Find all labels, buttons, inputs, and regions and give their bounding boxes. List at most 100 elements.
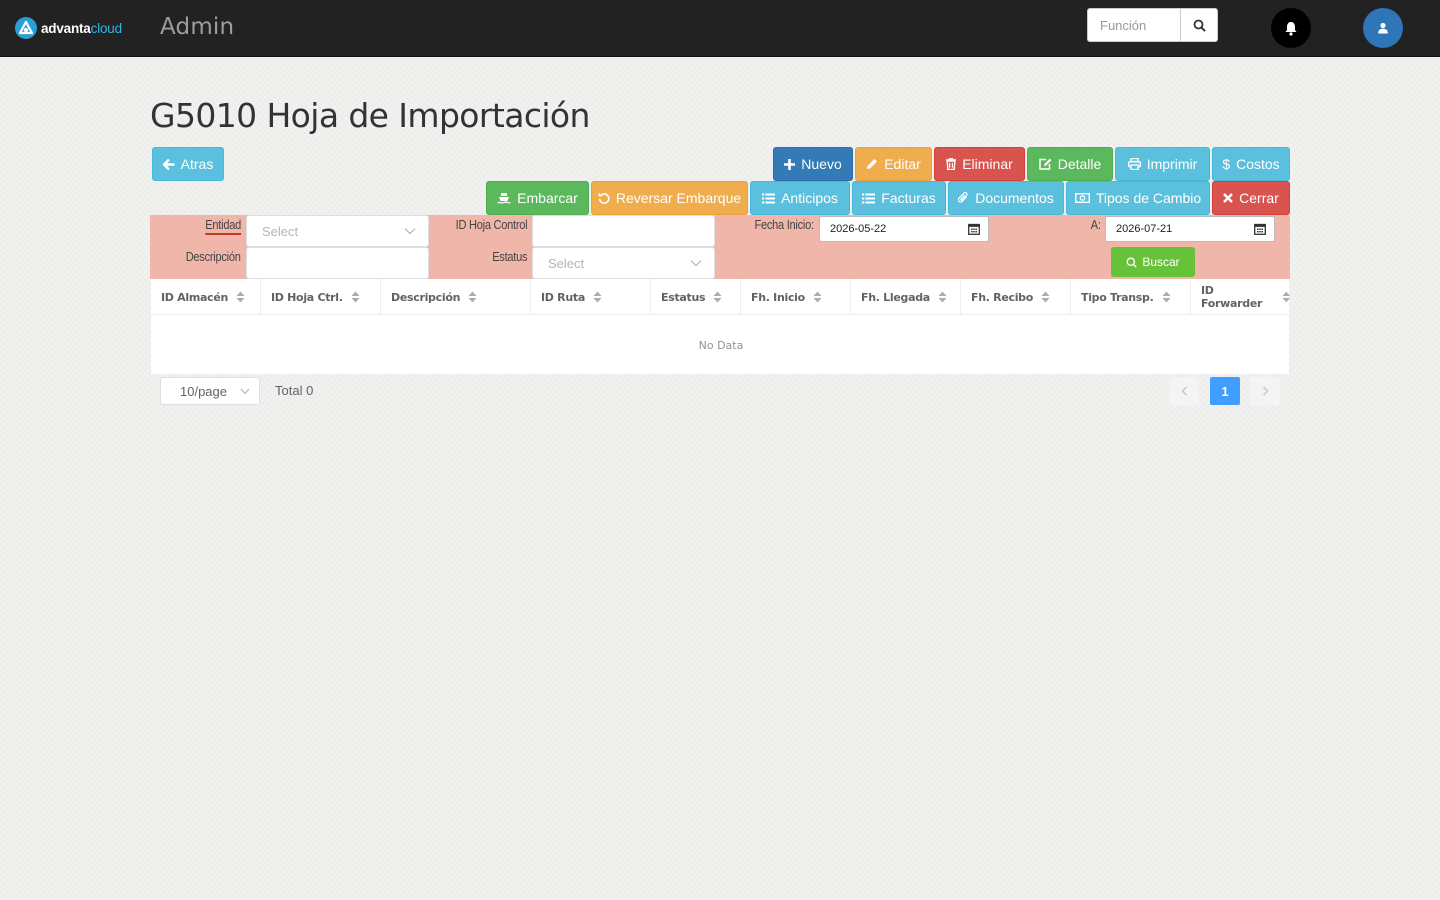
fecha-fin-label: A:: [1091, 217, 1101, 232]
edit-button[interactable]: Editar: [855, 147, 932, 181]
notifications-button[interactable]: [1271, 8, 1311, 48]
table-empty-text: No Data: [698, 339, 744, 352]
sort-icon[interactable]: [1162, 291, 1171, 303]
reverse-shipment-button-label: Reversar Embarque: [615, 190, 742, 206]
invoices-button[interactable]: Facturas: [852, 181, 946, 215]
brand-logo[interactable]: advantacloud: [14, 16, 122, 40]
fecha-inicio-input[interactable]: 2026-05-22: [819, 216, 989, 242]
prev-page-button[interactable]: [1169, 377, 1199, 405]
print-button[interactable]: Imprimir: [1115, 147, 1210, 181]
reverse-shipment-button[interactable]: Reversar Embarque: [591, 181, 748, 215]
fecha-fin-input[interactable]: 2026-07-21: [1105, 216, 1275, 242]
function-search-input[interactable]: [1087, 8, 1180, 42]
ship-button[interactable]: Embarcar: [486, 181, 589, 215]
page-size-select[interactable]: 10/page: [160, 377, 260, 405]
column-header-label: Fh. Llegada: [861, 290, 930, 304]
sort-icon[interactable]: [593, 291, 602, 303]
search-button-label: Buscar: [1142, 255, 1180, 269]
undo-icon: [598, 192, 610, 204]
detail-button-label: Detalle: [1057, 156, 1102, 172]
sort-icon[interactable]: [1282, 291, 1291, 303]
column-header[interactable]: Estatus: [651, 279, 741, 315]
sort-icon[interactable]: [351, 291, 360, 303]
next-page-button[interactable]: [1250, 377, 1280, 405]
list-icon: [862, 193, 876, 203]
printer-icon: [1127, 158, 1141, 170]
sort-icon[interactable]: [1041, 291, 1050, 303]
column-header-label: Fh. Recibo: [971, 290, 1034, 304]
print-button-label: Imprimir: [1146, 156, 1198, 172]
exchange-rates-button[interactable]: Tipos de Cambio: [1066, 181, 1210, 215]
fecha-inicio-label: Fecha Inicio:: [754, 217, 815, 232]
advances-button[interactable]: Anticipos: [750, 181, 850, 215]
column-header[interactable]: Fh. Llegada: [851, 279, 961, 315]
delete-button[interactable]: Eliminar: [934, 147, 1025, 181]
pencil-icon: [867, 159, 878, 169]
calendar-icon: [968, 223, 980, 235]
top-navbar: advantacloud Admin: [0, 0, 1440, 57]
edit-square-icon: [1038, 158, 1052, 170]
close-icon: [1223, 193, 1234, 203]
search-button[interactable]: Buscar: [1111, 247, 1195, 277]
user-icon: [1378, 22, 1388, 34]
function-search-button[interactable]: [1180, 8, 1218, 42]
documents-button-label: Documentos: [975, 190, 1054, 206]
sort-icon[interactable]: [938, 291, 947, 303]
documents-button[interactable]: Documentos: [948, 181, 1064, 215]
column-header-label: Tipo Transp.: [1081, 290, 1154, 304]
close-button[interactable]: Cerrar: [1212, 181, 1290, 215]
plus-icon: [784, 158, 796, 170]
filter-panel: Entidad Select Descripción ID Hoja Contr…: [150, 215, 1290, 279]
column-header[interactable]: ID Forwarder: [1191, 279, 1291, 315]
user-menu-button[interactable]: [1363, 8, 1403, 48]
ship-icon: [497, 193, 512, 204]
column-header[interactable]: ID Ruta: [531, 279, 651, 315]
back-button[interactable]: Atras: [152, 147, 224, 181]
estatus-select[interactable]: Select: [532, 247, 715, 279]
pagination-total: Total 0: [275, 383, 314, 398]
results-table: ID Almacén ID Hoja Ctrl. Descripción ID Rut…: [150, 279, 1291, 375]
costs-button-label: Costos: [1236, 156, 1280, 172]
exchange-rates-button-label: Tipos de Cambio: [1095, 190, 1202, 206]
column-header-label: ID Ruta: [541, 290, 585, 304]
id-hoja-control-input[interactable]: [532, 215, 715, 247]
descripcion-label: Descripción: [186, 249, 241, 264]
column-header[interactable]: ID Almacén: [151, 279, 261, 315]
close-button-label: Cerrar: [1239, 190, 1279, 206]
page-number-button[interactable]: 1: [1210, 377, 1240, 405]
descripcion-input[interactable]: [246, 247, 429, 279]
sort-icon[interactable]: [813, 291, 822, 303]
advantacloud-logo-icon: [15, 17, 37, 39]
column-header-label: Estatus: [661, 290, 706, 304]
chevron-down-icon: [690, 260, 702, 267]
sort-icon[interactable]: [236, 291, 245, 303]
sort-icon[interactable]: [468, 291, 477, 303]
entidad-select[interactable]: Select: [246, 215, 429, 247]
chevron-down-icon: [404, 228, 416, 235]
column-header[interactable]: Fh. Recibo: [961, 279, 1071, 315]
function-search: [1087, 8, 1218, 42]
column-header[interactable]: ID Hoja Ctrl.: [261, 279, 381, 315]
column-header-label: ID Almacén: [161, 290, 229, 304]
paperclip-icon: [958, 192, 968, 203]
id-hoja-control-label: ID Hoja Control: [455, 217, 527, 232]
column-header-label: ID Forwarder: [1201, 284, 1263, 310]
chevron-right-icon: [1262, 386, 1268, 396]
money-icon: [1074, 193, 1090, 203]
ship-button-label: Embarcar: [517, 190, 578, 206]
search-icon: [1193, 19, 1206, 32]
fecha-inicio-value: 2026-05-22: [830, 223, 887, 235]
column-header[interactable]: Tipo Transp.: [1071, 279, 1191, 315]
detail-button[interactable]: Detalle: [1027, 147, 1113, 181]
column-header-label: Descripción: [391, 290, 461, 304]
column-header[interactable]: Descripción: [381, 279, 531, 315]
sort-icon[interactable]: [713, 291, 722, 303]
calendar-icon: [1254, 223, 1266, 235]
entidad-select-placeholder: Select: [262, 223, 299, 239]
chevron-down-icon: [240, 388, 250, 395]
new-button[interactable]: Nuevo: [773, 147, 853, 181]
costs-button[interactable]: $ Costos: [1212, 147, 1290, 181]
column-header[interactable]: Fh. Inicio: [741, 279, 851, 315]
edit-button-label: Editar: [884, 156, 921, 172]
back-button-label: Atras: [180, 156, 214, 172]
